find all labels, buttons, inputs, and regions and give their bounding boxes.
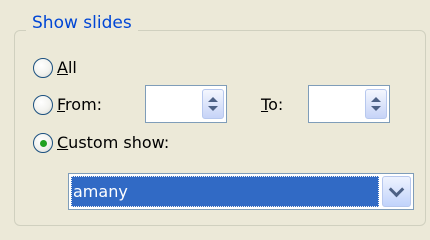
to-label: To:: [261, 95, 284, 114]
radio-custom-show[interactable]: Custom show:: [33, 133, 169, 153]
radio-all-icon[interactable]: [33, 58, 53, 78]
spin-up-icon[interactable]: [208, 97, 218, 102]
radio-all[interactable]: All: [33, 58, 77, 78]
radio-custom-show-label: Custom show:: [57, 133, 170, 152]
from-spinner[interactable]: [145, 85, 227, 123]
radio-from-icon[interactable]: [33, 95, 53, 115]
radio-all-label: All: [57, 58, 77, 77]
spin-up-icon[interactable]: [371, 97, 381, 102]
chevron-down-icon: [388, 181, 405, 197]
custom-show-selected[interactable]: amany: [71, 176, 379, 207]
to-spinner[interactable]: [308, 85, 390, 123]
radio-from[interactable]: From:: [33, 95, 102, 115]
radio-custom-show-icon[interactable]: [33, 133, 53, 153]
to-spin-buttons[interactable]: [365, 89, 387, 119]
group-title: Show slides: [26, 12, 138, 34]
radio-from-label: From:: [57, 95, 103, 114]
dropdown-button[interactable]: [382, 176, 411, 207]
from-spin-buttons[interactable]: [202, 89, 224, 119]
custom-show-dropdown[interactable]: amany: [68, 173, 414, 210]
spin-down-icon[interactable]: [208, 106, 218, 111]
spin-down-icon[interactable]: [371, 106, 381, 111]
